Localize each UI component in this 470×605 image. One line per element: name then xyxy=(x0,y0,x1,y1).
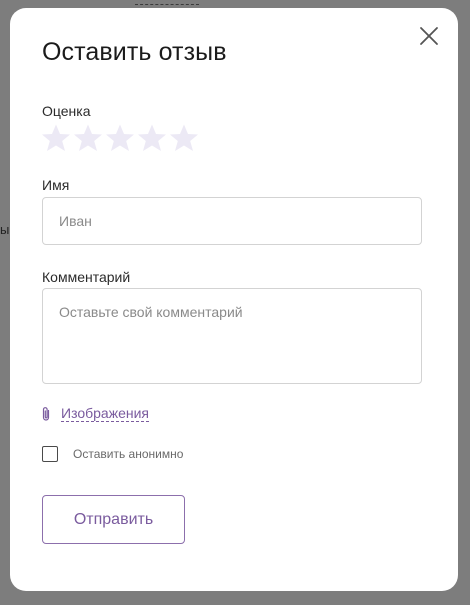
comment-label: Комментарий xyxy=(42,269,131,285)
comment-input[interactable] xyxy=(42,288,422,384)
anonymous-option[interactable]: Оставить анонимно xyxy=(42,446,183,462)
name-input[interactable] xyxy=(42,197,422,245)
star-3[interactable] xyxy=(105,123,135,153)
star-1[interactable] xyxy=(41,123,71,153)
star-2[interactable] xyxy=(73,123,103,153)
attach-images-link[interactable]: Изображения xyxy=(40,405,149,422)
attach-images-label: Изображения xyxy=(61,405,149,422)
star-icon xyxy=(42,124,70,151)
star-icon xyxy=(106,124,134,151)
modal-title: Оставить отзыв xyxy=(42,38,227,66)
star-5[interactable] xyxy=(169,123,199,153)
rating-label: Оценка xyxy=(42,103,91,119)
review-modal: Оставить отзыв Оценка Имя Комментарий Из… xyxy=(10,8,458,591)
anonymous-label: Оставить анонимно xyxy=(73,447,184,461)
name-label: Имя xyxy=(42,177,70,193)
star-icon xyxy=(74,124,102,151)
star-icon xyxy=(138,124,166,151)
close-icon xyxy=(420,27,438,45)
paperclip-icon xyxy=(40,406,52,422)
star-icon xyxy=(170,124,198,151)
background-link-underline xyxy=(135,4,199,5)
submit-button[interactable]: Отправить xyxy=(42,495,185,544)
close-button[interactable] xyxy=(418,25,440,47)
anonymous-checkbox[interactable] xyxy=(42,446,58,462)
star-rating xyxy=(41,123,199,153)
background-partial-text: ы xyxy=(0,222,10,237)
star-4[interactable] xyxy=(137,123,167,153)
